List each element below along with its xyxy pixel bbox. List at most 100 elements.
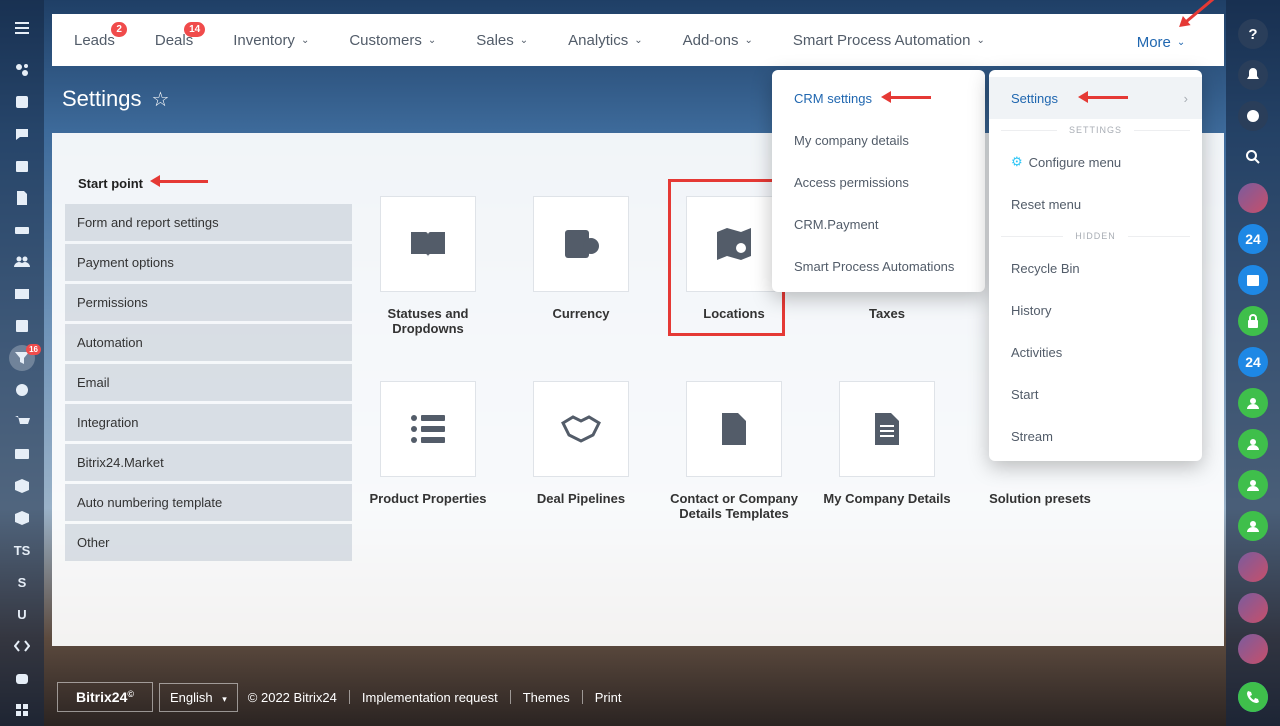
notifications-icon[interactable] [1238,60,1268,90]
nav-smart-process-automation[interactable]: Smart Process Automation ⌄ [793,32,985,49]
settings-sidebar: Form and report settings Payment options… [65,204,352,564]
nav-deals[interactable]: Deals 14 [155,21,206,49]
checklist-icon[interactable] [0,310,44,342]
bitrix24-icon[interactable]: 24 [1238,224,1268,254]
package-icon[interactable] [0,502,44,534]
messenger-icon[interactable] [1238,101,1268,131]
nav-customers[interactable]: Customers ⌄ [349,32,436,49]
tile-product-properties[interactable]: Product Properties [355,381,501,506]
menu-configure-label: Configure menu [1028,154,1122,170]
menu-stream[interactable]: Stream [989,415,1202,457]
calendar-icon[interactable] [0,150,44,182]
contact-avatar-3[interactable] [1238,634,1268,664]
nav-label: Inventory [233,31,295,49]
mail-icon[interactable] [0,278,44,310]
nav-sales[interactable]: Sales ⌄ [476,32,528,49]
chat-icon[interactable] [0,118,44,150]
chevron-down-icon: ⌄ [976,34,985,46]
box-icon[interactable] [0,470,44,502]
contact-avatar-2[interactable] [1238,593,1268,623]
right-rail: ? 24 24 [1226,0,1280,726]
tile-icon-box [380,381,476,477]
employees-icon[interactable] [0,246,44,278]
menu-access-permissions[interactable]: Access permissions [772,161,985,203]
menu-reset[interactable]: Reset menu [989,183,1202,225]
group-chat-icon[interactable] [1238,388,1268,418]
divider [581,690,583,704]
menu-recycle-bin[interactable]: Recycle Bin [989,247,1202,289]
search-icon[interactable] [1238,142,1268,172]
tile-my-company-details[interactable]: My Company Details [814,381,960,506]
menu-crm-payment[interactable]: CRM.Payment [772,203,985,245]
annotation-arrow [150,175,208,187]
robot-icon[interactable] [0,662,44,694]
nav-label: Customers [349,31,422,49]
tile-label: Contact or Company Details Templates [670,491,798,521]
tasks-icon[interactable] [0,86,44,118]
sidebar-item-integration[interactable]: Integration [65,404,352,441]
drive-icon[interactable] [0,214,44,246]
menu-start[interactable]: Start [989,373,1202,415]
chevron-down-icon: ⌄ [427,34,437,46]
nav-analytics[interactable]: Analytics ⌄ [568,32,642,49]
bitrix24-logo[interactable]: Bitrix24© [57,682,153,712]
phone-icon[interactable] [1238,682,1268,712]
help-icon[interactable]: ? [1238,19,1268,49]
target-icon[interactable] [0,374,44,406]
crm-funnel-icon[interactable]: 16 [0,342,44,374]
menu-smart-process-automations[interactable]: Smart Process Automations [772,245,985,287]
menu-configure[interactable]: ⚙ Configure menu [989,141,1202,183]
page-title-text: Settings [62,86,142,111]
documents-icon[interactable] [0,182,44,214]
language-selector[interactable]: English ▾ [159,682,238,712]
tile-deal-pipelines[interactable]: Deal Pipelines [508,381,654,506]
group-chat-icon-2[interactable] [1238,429,1268,459]
s-shortcut[interactable]: S [0,566,44,598]
menu-my-company-details[interactable]: My company details [772,119,985,161]
lock-icon[interactable] [1238,306,1268,336]
start-point-link[interactable]: Start point [78,176,143,191]
tile-statuses[interactable]: Statuses and Dropdowns [355,196,501,336]
sidebar-item-email[interactable]: Email [65,364,352,401]
user-avatar[interactable] [1238,183,1268,213]
sidebar-item-permissions[interactable]: Permissions [65,284,352,321]
sidebar-item-automation[interactable]: Automation [65,324,352,361]
menu-activities[interactable]: Activities [989,331,1202,373]
u-shortcut[interactable]: U [0,598,44,630]
nav-inventory[interactable]: Inventory ⌄ [233,32,309,49]
sidebar-item-form-report[interactable]: Form and report settings [65,204,352,241]
sidebar-item-auto-numbering[interactable]: Auto numbering template [65,484,352,521]
calendar-icon[interactable] [1238,265,1268,295]
menu-history[interactable]: History [989,289,1202,331]
developer-icon[interactable] [0,630,44,662]
contact-card-icon[interactable] [0,438,44,470]
print-link[interactable]: Print [595,690,622,705]
group-chat-icon-3[interactable] [1238,470,1268,500]
sidebar-item-other[interactable]: Other [65,524,352,561]
ts-shortcut[interactable]: TS [0,534,44,566]
implementation-request-link[interactable]: Implementation request [362,690,498,705]
sidebar-item-payment-options[interactable]: Payment options [65,244,352,281]
sidebar-item-market[interactable]: Bitrix24.Market [65,444,352,481]
bitrix24-icon-2[interactable]: 24 [1238,347,1268,377]
menu-crm-settings[interactable]: CRM settings [772,77,985,119]
nav-more-button[interactable]: More ⌄ [1114,18,1208,66]
tile-currency[interactable]: Currency [508,196,654,321]
nav-addons[interactable]: Add-ons ⌄ [683,32,753,49]
contact-avatar[interactable] [1238,552,1268,582]
tile-label: Deal Pipelines [536,491,626,506]
activity-stream-icon[interactable] [0,54,44,86]
star-icon[interactable]: ☆ [152,87,170,112]
copyright-text: © 2022 Bitrix24 [247,689,337,705]
menu-toggle-icon[interactable] [0,12,44,44]
group-chat-icon-4[interactable] [1238,511,1268,541]
more-menu: Settings › SETTINGS ⚙ Configure menu Res… [989,70,1202,461]
nav-leads[interactable]: Leads 2 [74,21,127,49]
currency-icon [565,230,599,258]
nav-label: Smart Process Automation [792,31,971,49]
themes-link[interactable]: Themes [523,690,570,705]
tile-contact-company-templates[interactable]: Contact or Company Details Templates [661,381,807,521]
cart-icon[interactable] [0,406,44,438]
apps-icon[interactable] [0,694,44,726]
nav-more-label: More [1136,33,1171,51]
